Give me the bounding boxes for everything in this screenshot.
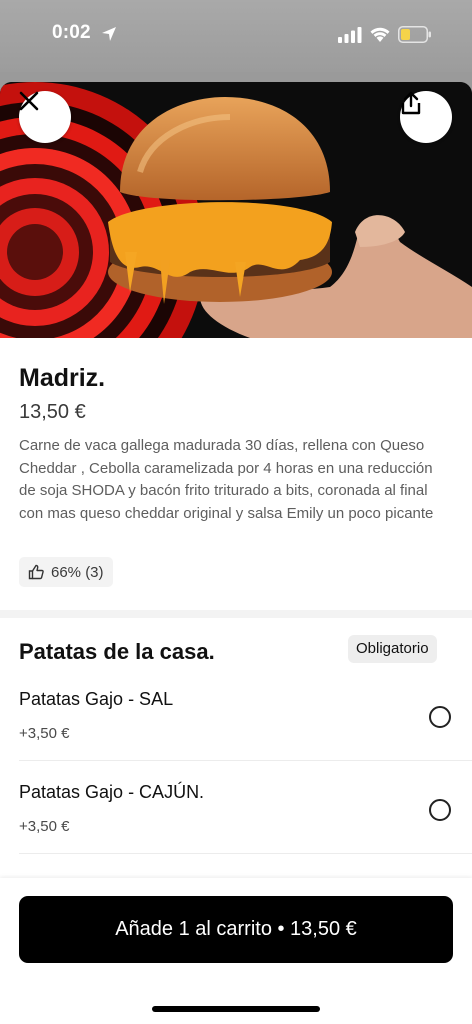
section-title: Patatas de la casa. — [19, 639, 215, 664]
battery-icon — [398, 26, 431, 43]
home-indicator — [152, 1006, 320, 1012]
share-icon — [401, 91, 421, 115]
option-divider — [19, 760, 472, 761]
rating-value: 66% (3) — [51, 563, 104, 581]
bottom-bar: Añade 1 al carrito • 13,50 € — [0, 878, 472, 1024]
product-description: Carne de vaca gallega madurada 30 días, … — [19, 437, 434, 522]
required-badge: Obligatorio — [348, 635, 437, 663]
product-price: 13,50 € — [19, 401, 86, 423]
wifi-icon — [370, 27, 390, 42]
option-name: Patatas Gajo - CAJÚN. — [19, 782, 205, 802]
product-hero-image — [0, 82, 472, 338]
close-icon — [19, 91, 39, 111]
close-button[interactable] — [19, 91, 71, 143]
section-divider — [0, 610, 472, 618]
signal-icon — [338, 27, 362, 43]
status-bar: 0:02 — [0, 0, 472, 72]
option-price: +3,50 € — [19, 725, 70, 742]
option-radio[interactable] — [429, 799, 451, 821]
option-price: +3,50 € — [19, 818, 70, 835]
option-divider — [19, 853, 472, 854]
option-radio[interactable] — [429, 706, 451, 728]
option-item[interactable]: Patatas Gajo - CAJÚN. +3,50 € — [19, 782, 453, 858]
rating-chip: 66% (3) — [19, 557, 113, 587]
status-time: 0:02 — [52, 22, 91, 43]
option-name: Patatas Gajo - SAL — [19, 689, 174, 709]
product-sheet: Madriz. 13,50 € Carne de vaca gallega ma… — [0, 82, 472, 1024]
product-title: Madriz. — [19, 364, 106, 392]
location-arrow-icon — [102, 27, 116, 41]
option-item[interactable]: Patatas Gajo - SAL +3,50 € — [19, 689, 453, 765]
add-to-cart-button[interactable]: Añade 1 al carrito • 13,50 € — [19, 896, 453, 963]
thumbs-up-icon — [28, 564, 44, 580]
share-button[interactable] — [400, 91, 452, 143]
